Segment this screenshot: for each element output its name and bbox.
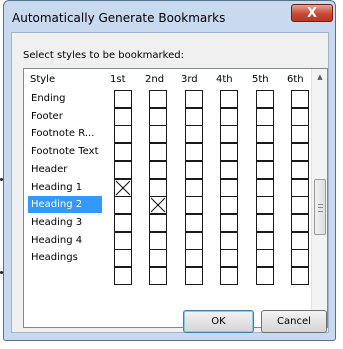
column-header-level: 2nd xyxy=(145,74,165,85)
level-checkbox[interactable] xyxy=(114,231,132,250)
level-checkbox[interactable] xyxy=(114,267,132,285)
level-checkbox[interactable] xyxy=(149,160,167,179)
level-checkbox[interactable] xyxy=(256,143,274,162)
level-checkbox[interactable] xyxy=(149,90,167,108)
level-checkbox[interactable] xyxy=(149,125,167,144)
level-checkbox[interactable] xyxy=(149,143,167,162)
level-checkbox[interactable] xyxy=(114,90,132,108)
style-row-label[interactable]: Headings xyxy=(28,249,102,266)
style-row-label[interactable]: Footnote R... xyxy=(28,125,102,142)
level-checkbox[interactable] xyxy=(256,107,274,126)
close-icon: X xyxy=(306,5,318,21)
level-checkbox[interactable] xyxy=(149,249,167,268)
level-checkbox[interactable] xyxy=(291,249,309,268)
level-checkbox[interactable] xyxy=(185,90,203,108)
level-checkbox[interactable] xyxy=(291,196,309,215)
level-checkbox[interactable] xyxy=(256,213,274,232)
ok-button-label: OK xyxy=(211,316,226,327)
dialog-title: Automatically Generate Bookmarks xyxy=(12,11,226,25)
level-checkbox[interactable] xyxy=(185,267,203,285)
level-checkbox[interactable] xyxy=(220,90,238,108)
style-row-label[interactable]: Heading 1 xyxy=(28,179,102,196)
level-checkbox[interactable] xyxy=(114,213,132,232)
cancel-button[interactable]: Cancel xyxy=(261,310,327,333)
column-header-level: 4th xyxy=(216,74,233,85)
level-checkbox[interactable] xyxy=(185,143,203,162)
dialog-window: Automatically Generate Bookmarks X Selec… xyxy=(3,0,336,341)
level-checkbox[interactable] xyxy=(220,249,238,268)
level-checkbox[interactable] xyxy=(220,143,238,162)
level-checkbox[interactable] xyxy=(256,125,274,144)
level-checkbox[interactable] xyxy=(220,267,238,285)
level-checkbox[interactable] xyxy=(291,125,309,144)
title-bar[interactable]: Automatically Generate Bookmarks X xyxy=(4,1,335,33)
level-checkbox[interactable] xyxy=(256,231,274,250)
level-checkbox[interactable] xyxy=(185,196,203,215)
column-header-level: 1st xyxy=(110,74,126,85)
dialog-body: Select styles to be bookmarked: Style 1st… xyxy=(11,32,329,333)
styles-list[interactable]: Style 1st 2nd 3rd 4th 5th 6th Ending Footer Foot… xyxy=(23,68,328,328)
level-checkbox[interactable] xyxy=(149,196,167,215)
level-checkbox[interactable] xyxy=(220,178,238,197)
level-checkbox[interactable] xyxy=(291,90,309,108)
level-checkbox[interactable] xyxy=(185,125,203,144)
level-checkbox[interactable] xyxy=(220,231,238,250)
level-checkbox[interactable] xyxy=(220,196,238,215)
prompt-label: Select styles to be bookmarked: xyxy=(23,50,184,61)
level-checkbox[interactable] xyxy=(185,178,203,197)
level-checkbox[interactable] xyxy=(291,267,309,285)
column-header-level: 3rd xyxy=(181,74,198,85)
level-checkbox[interactable] xyxy=(185,249,203,268)
column-header-level: 5th xyxy=(252,74,269,85)
level-checkbox[interactable] xyxy=(114,178,132,197)
column-header-level: 6th xyxy=(287,74,304,85)
grip-icon xyxy=(318,204,323,212)
level-checkbox[interactable] xyxy=(220,125,238,144)
level-checkbox[interactable] xyxy=(114,160,132,179)
close-button[interactable]: X xyxy=(291,4,333,22)
level-checkbox[interactable] xyxy=(114,107,132,126)
level-checkbox[interactable] xyxy=(256,267,274,285)
style-row-label[interactable]: Footer xyxy=(28,108,102,125)
level-checkbox[interactable] xyxy=(185,107,203,126)
level-checkbox[interactable] xyxy=(114,196,132,215)
level-checkbox[interactable] xyxy=(291,160,309,179)
level-checkbox[interactable] xyxy=(114,249,132,268)
level-checkbox[interactable] xyxy=(220,160,238,179)
level-checkbox[interactable] xyxy=(114,125,132,144)
level-checkbox[interactable] xyxy=(114,143,132,162)
level-checkbox[interactable] xyxy=(220,213,238,232)
ok-button[interactable]: OK xyxy=(183,310,254,333)
level-checkbox[interactable] xyxy=(185,213,203,232)
level-checkbox[interactable] xyxy=(149,178,167,197)
column-header-style: Style xyxy=(30,74,56,85)
level-checkbox[interactable] xyxy=(256,160,274,179)
style-row-label[interactable]: Heading 2 xyxy=(28,196,102,214)
style-row-label[interactable]: Header xyxy=(28,161,102,178)
cancel-button-label: Cancel xyxy=(277,316,311,327)
level-checkbox[interactable] xyxy=(256,249,274,268)
style-row-label[interactable]: Ending xyxy=(28,90,102,107)
level-checkbox[interactable] xyxy=(291,107,309,126)
level-checkbox[interactable] xyxy=(291,231,309,250)
vertical-scrollbar[interactable]: ▲ ▼ xyxy=(311,69,327,327)
style-row-label[interactable]: Heading 3 xyxy=(28,214,102,231)
level-checkbox[interactable] xyxy=(291,213,309,232)
level-checkbox[interactable] xyxy=(291,143,309,162)
style-row-label[interactable]: Heading 4 xyxy=(28,232,102,249)
level-checkbox[interactable] xyxy=(149,107,167,126)
level-checkbox[interactable] xyxy=(256,196,274,215)
level-checkbox[interactable] xyxy=(149,231,167,250)
level-checkbox[interactable] xyxy=(256,178,274,197)
style-row-label[interactable]: Footnote Text xyxy=(28,143,102,160)
scroll-up-arrow-icon[interactable]: ▲ xyxy=(312,69,327,85)
level-checkbox[interactable] xyxy=(185,160,203,179)
level-checkbox[interactable] xyxy=(149,267,167,285)
level-checkbox[interactable] xyxy=(149,213,167,232)
level-checkbox[interactable] xyxy=(291,178,309,197)
level-checkbox[interactable] xyxy=(220,107,238,126)
scroll-thumb[interactable] xyxy=(314,179,326,235)
level-checkbox[interactable] xyxy=(256,90,274,108)
level-checkbox[interactable] xyxy=(185,231,203,250)
